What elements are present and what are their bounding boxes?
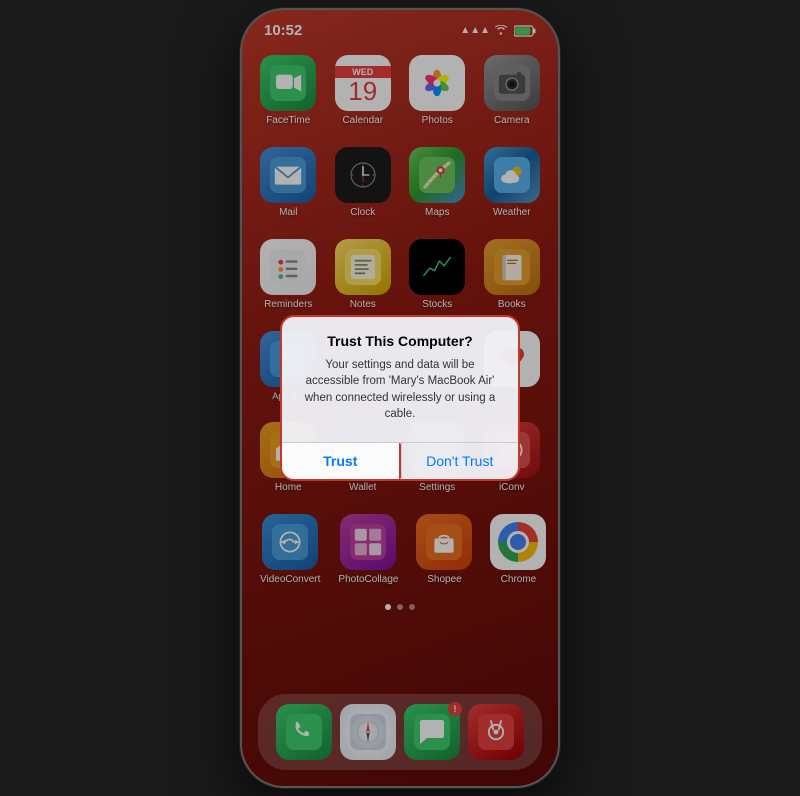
dialog-overlay: Trust This Computer? Your settings and d… [242, 10, 558, 786]
dialog-message: Your settings and data will be accessibl… [300, 357, 500, 421]
dont-trust-button[interactable]: Don't Trust [401, 443, 519, 479]
phone-frame: 10:52 ▲▲▲ [240, 8, 560, 788]
dialog-content: Trust This Computer? Your settings and d… [282, 317, 518, 429]
trust-button[interactable]: Trust [282, 443, 401, 479]
dialog-buttons: Trust Don't Trust [282, 442, 518, 479]
dialog-title: Trust This Computer? [300, 333, 500, 349]
trust-dialog: Trust This Computer? Your settings and d… [280, 315, 520, 480]
